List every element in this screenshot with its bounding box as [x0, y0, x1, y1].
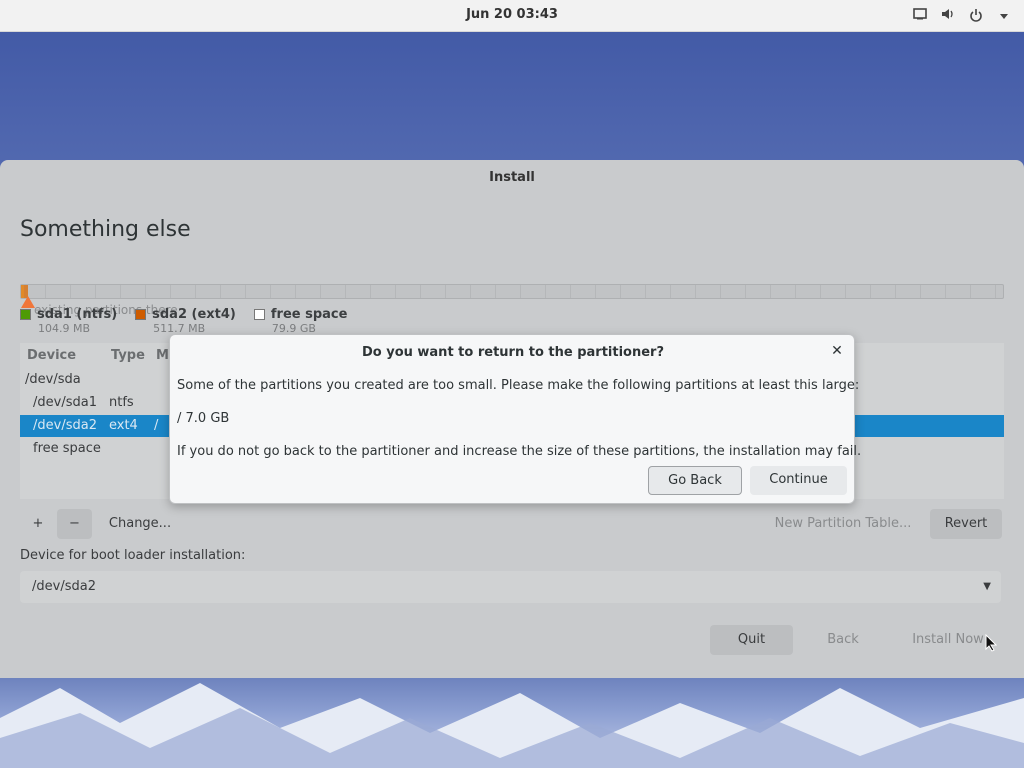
- boot-loader-select[interactable]: /dev/sda2 ▼: [20, 571, 1001, 603]
- partitioner-dialog: Do you want to return to the partitioner…: [169, 334, 861, 504]
- legend-swatch: [20, 309, 31, 320]
- boot-loader-label: Device for boot loader installation:: [20, 548, 246, 563]
- system-tray[interactable]: [912, 8, 1012, 24]
- chevron-down-icon: ▼: [983, 581, 991, 592]
- quit-button[interactable]: Quit: [710, 625, 793, 655]
- boot-loader-value: /dev/sda2: [32, 579, 96, 594]
- legend-swatch: [135, 309, 147, 320]
- new-partition-table-button[interactable]: New Partition Table...: [765, 509, 921, 539]
- partition-bar: [20, 284, 1004, 299]
- partition-toolbar: + − Change... New Partition Table... Rev…: [20, 509, 1004, 539]
- desktop-wallpaper: [0, 678, 1024, 768]
- dialog-size-requirement: / 7.0 GB: [177, 411, 230, 426]
- cell-device: /dev/sda2: [33, 418, 97, 433]
- dialog-message: Some of the partitions you created are t…: [177, 378, 860, 393]
- column-header-device[interactable]: Device: [27, 348, 111, 363]
- dialog-warning: If you do not go back to the partitioner…: [177, 444, 862, 459]
- legend-label: free space: [270, 307, 348, 322]
- continue-button[interactable]: Continue: [750, 466, 847, 495]
- legend-item-sda2: sda2 (ext4) 511.7 MB: [135, 307, 236, 335]
- close-icon[interactable]: ✕: [830, 343, 844, 359]
- cell-type: ext4: [109, 418, 138, 433]
- revert-button[interactable]: Revert: [930, 509, 1002, 539]
- remove-partition-button[interactable]: −: [57, 509, 92, 539]
- change-partition-button[interactable]: Change...: [93, 509, 187, 539]
- volume-icon[interactable]: [940, 8, 956, 24]
- cell-mount: /: [154, 418, 159, 433]
- power-icon[interactable]: [968, 8, 984, 24]
- partition-legend: sda1 (ntfs) 104.9 MB sda2 (ext4) 511.7 M…: [20, 307, 347, 335]
- table-header: Device Type M: [27, 348, 169, 363]
- go-back-button[interactable]: Go Back: [648, 466, 742, 495]
- top-bar: Jun 20 03:43: [0, 0, 1024, 32]
- legend-swatch: [253, 309, 265, 320]
- add-partition-button[interactable]: +: [20, 509, 56, 539]
- cell-device: /dev/sda: [25, 372, 81, 387]
- legend-size: 104.9 MB: [38, 322, 91, 335]
- column-header-mount[interactable]: M: [156, 348, 169, 363]
- chevron-down-icon[interactable]: [996, 8, 1012, 24]
- clock[interactable]: Jun 20 03:43: [0, 7, 1024, 22]
- cell-device: free space: [33, 441, 101, 456]
- dialog-title: Do you want to return to the partitioner…: [361, 345, 665, 360]
- legend-item-free-space: free space 79.9 GB: [253, 307, 348, 335]
- page-title: Something else: [20, 217, 191, 242]
- mouse-pointer-icon: [985, 633, 998, 656]
- legend-label: sda2 (ext4): [152, 307, 236, 322]
- cell-type: ntfs: [109, 395, 134, 410]
- column-header-type[interactable]: Type: [111, 348, 156, 363]
- back-button[interactable]: Back: [802, 625, 884, 655]
- legend-label: sda1 (ntfs): [37, 307, 118, 322]
- window-title: Install: [489, 170, 535, 185]
- cell-device: /dev/sda1: [33, 395, 97, 410]
- screen-icon[interactable]: [912, 8, 928, 24]
- legend-item-sda1: sda1 (ntfs) 104.9 MB: [20, 307, 117, 335]
